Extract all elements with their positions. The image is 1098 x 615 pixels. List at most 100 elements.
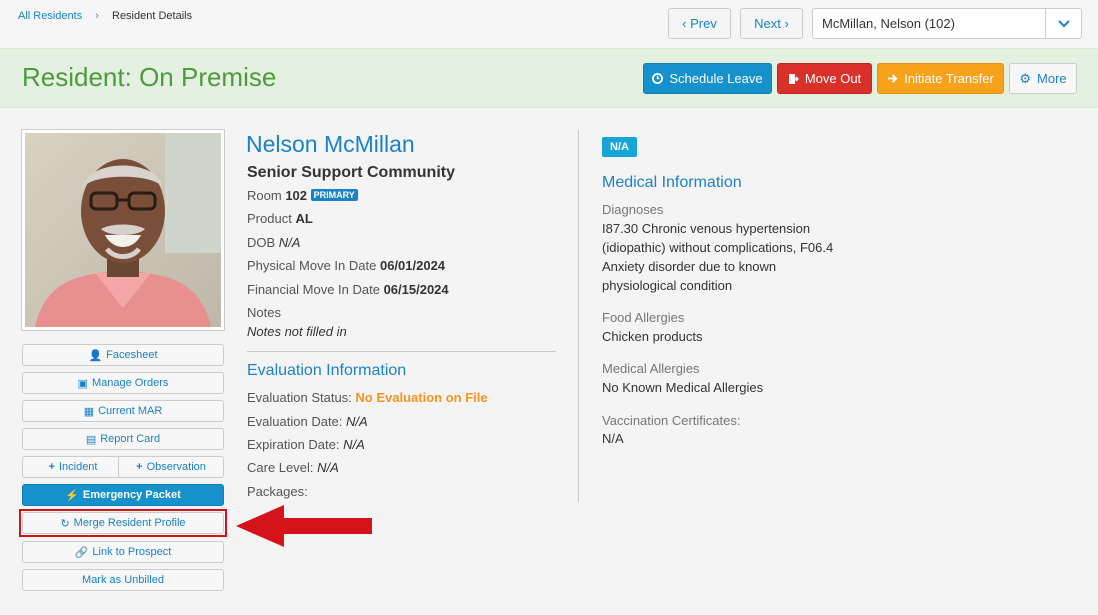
physical-move-in-value: 06/01/2024 [379,258,446,273]
food-allergies-value: Chicken products [602,329,703,344]
incident-label: Incident [58,461,98,473]
manage-orders-button[interactable]: ▣ Manage Orders [22,372,224,394]
vaccination-label: Vaccination Certificates: [602,413,741,428]
evaluation-date-value: N/A [346,414,368,429]
evaluation-status-label: Evaluation Status: [247,390,352,405]
medical-heading: Medical Information [602,174,742,191]
product-row: Product AL [247,211,313,226]
community-name: Senior Support Community [247,164,455,181]
calendar-icon: ▦ [83,405,95,418]
annotation-arrow-icon [236,505,372,547]
emergency-packet-label: Emergency Packet [82,489,181,501]
breadcrumb: All Residents › Resident Details [18,10,192,22]
resident-name: Nelson McMillan [246,131,415,157]
plus-icon: + [48,461,55,473]
facesheet-label: Facesheet [106,349,158,361]
schedule-leave-label: Schedule Leave [669,71,763,86]
expiration-date-value: N/A [343,437,365,452]
chevron-down-icon[interactable] [1045,9,1081,38]
medical-allergies-label: Medical Allergies [602,361,700,376]
more-label: More [1037,71,1067,86]
user-icon: 👤 [88,349,103,362]
status-header: Resident: On Premise Schedule Leave Move… [0,48,1098,108]
report-card-label: Report Card [100,433,161,445]
link-icon: 🔗 [74,546,89,559]
link-to-prospect-button[interactable]: 🔗 Link to Prospect [22,541,224,563]
prev-button[interactable]: ‹ Prev [668,8,731,39]
evaluation-date-label: Evaluation Date: [247,414,343,429]
room-value: 102 [285,188,308,203]
clock-icon [652,73,664,84]
bolt-icon: ⚡ [65,489,79,502]
product-value: AL [295,211,313,226]
expiration-date-label: Expiration Date: [247,437,340,452]
care-level-label: Care Level: [247,460,314,475]
dob-row: DOB N/A [247,235,300,250]
care-level-row: Care Level: N/A [247,460,339,475]
primary-badge: PRIMARY [310,189,358,201]
room-row: Room 102 PRIMARY [247,188,358,203]
highlight-box [19,509,227,537]
arrow-right-icon [888,74,898,83]
page-title: Resident: On Premise [22,62,277,92]
notes-text: Notes not filled in [247,324,347,339]
divider [247,351,556,352]
more-button[interactable]: ⚙ More [1009,63,1077,94]
financial-move-in-label: Financial Move In Date [247,282,380,297]
food-allergies-label: Food Allergies [602,310,685,325]
expiration-date-row: Expiration Date: N/A [247,437,365,452]
mark-unbilled-label: Mark as Unbilled [82,574,164,586]
file-icon: ▤ [85,433,97,446]
evaluation-date-row: Evaluation Date: N/A [247,414,368,429]
gear-icon: ⚙ [1019,70,1032,86]
breadcrumb-chevron-icon: › [95,10,99,22]
add-incident-button[interactable]: + Incident [22,456,124,478]
dob-label: DOB [247,235,276,250]
link-prospect-label: Link to Prospect [92,546,172,558]
current-mar-button[interactable]: ▦ Current MAR [22,400,224,422]
physical-move-in-row: Physical Move In Date 06/01/2024 [247,258,445,273]
financial-move-in-row: Financial Move In Date 06/15/2024 [247,282,449,297]
notes-label: Notes [247,305,281,320]
physical-move-in-label: Physical Move In Date [247,258,377,273]
resident-selector[interactable]: McMillan, Nelson (102) [812,8,1082,39]
status-badge: N/A [602,137,637,157]
product-label: Product [247,211,292,226]
resident-photo [21,129,225,331]
notes-value: Notes not filled in [247,324,347,339]
diagnoses-value: I87.30 Chronic venous hypertension (idio… [602,221,834,293]
move-out-label: Move Out [804,71,862,86]
emergency-packet-button[interactable]: ⚡ Emergency Packet [22,484,224,506]
mark-as-unbilled-button[interactable]: Mark as Unbilled [22,569,224,591]
breadcrumb-current: Resident Details [112,10,193,22]
top-bar: All Residents › Resident Details ‹ Prev … [0,0,1098,48]
add-observation-button[interactable]: + Observation [118,456,224,478]
current-mar-label: Current MAR [98,405,163,417]
vaccination-value: N/A [602,431,624,446]
diagnoses-label: Diagnoses [602,202,664,217]
schedule-leave-button[interactable]: Schedule Leave [643,63,772,94]
evaluation-heading: Evaluation Information [247,362,407,379]
evaluation-status-row: Evaluation Status: No Evaluation on File [247,390,488,405]
next-button[interactable]: Next › [740,8,803,39]
breadcrumb-all-residents[interactable]: All Residents [18,10,82,22]
exit-icon [788,73,799,84]
plus-icon: + [136,461,143,473]
resident-selector-value: McMillan, Nelson (102) [822,16,955,31]
initiate-transfer-button[interactable]: Initiate Transfer [877,63,1004,94]
evaluation-status-value: No Evaluation on File [355,390,488,405]
initiate-transfer-label: Initiate Transfer [904,71,994,86]
care-level-value: N/A [317,460,339,475]
dob-value: N/A [278,235,301,250]
observation-label: Observation [146,461,206,473]
manage-orders-label: Manage Orders [91,377,169,389]
move-out-button[interactable]: Move Out [777,63,872,94]
camera-icon: ▣ [77,377,88,390]
report-card-button[interactable]: ▤ Report Card [22,428,224,450]
financial-move-in-value: 06/15/2024 [383,282,449,297]
room-label: Room [247,188,282,203]
packages-label: Packages: [247,484,308,499]
column-divider [578,130,579,502]
facesheet-button[interactable]: 👤 Facesheet [22,344,224,366]
medical-allergies-value: No Known Medical Allergies [602,380,764,395]
